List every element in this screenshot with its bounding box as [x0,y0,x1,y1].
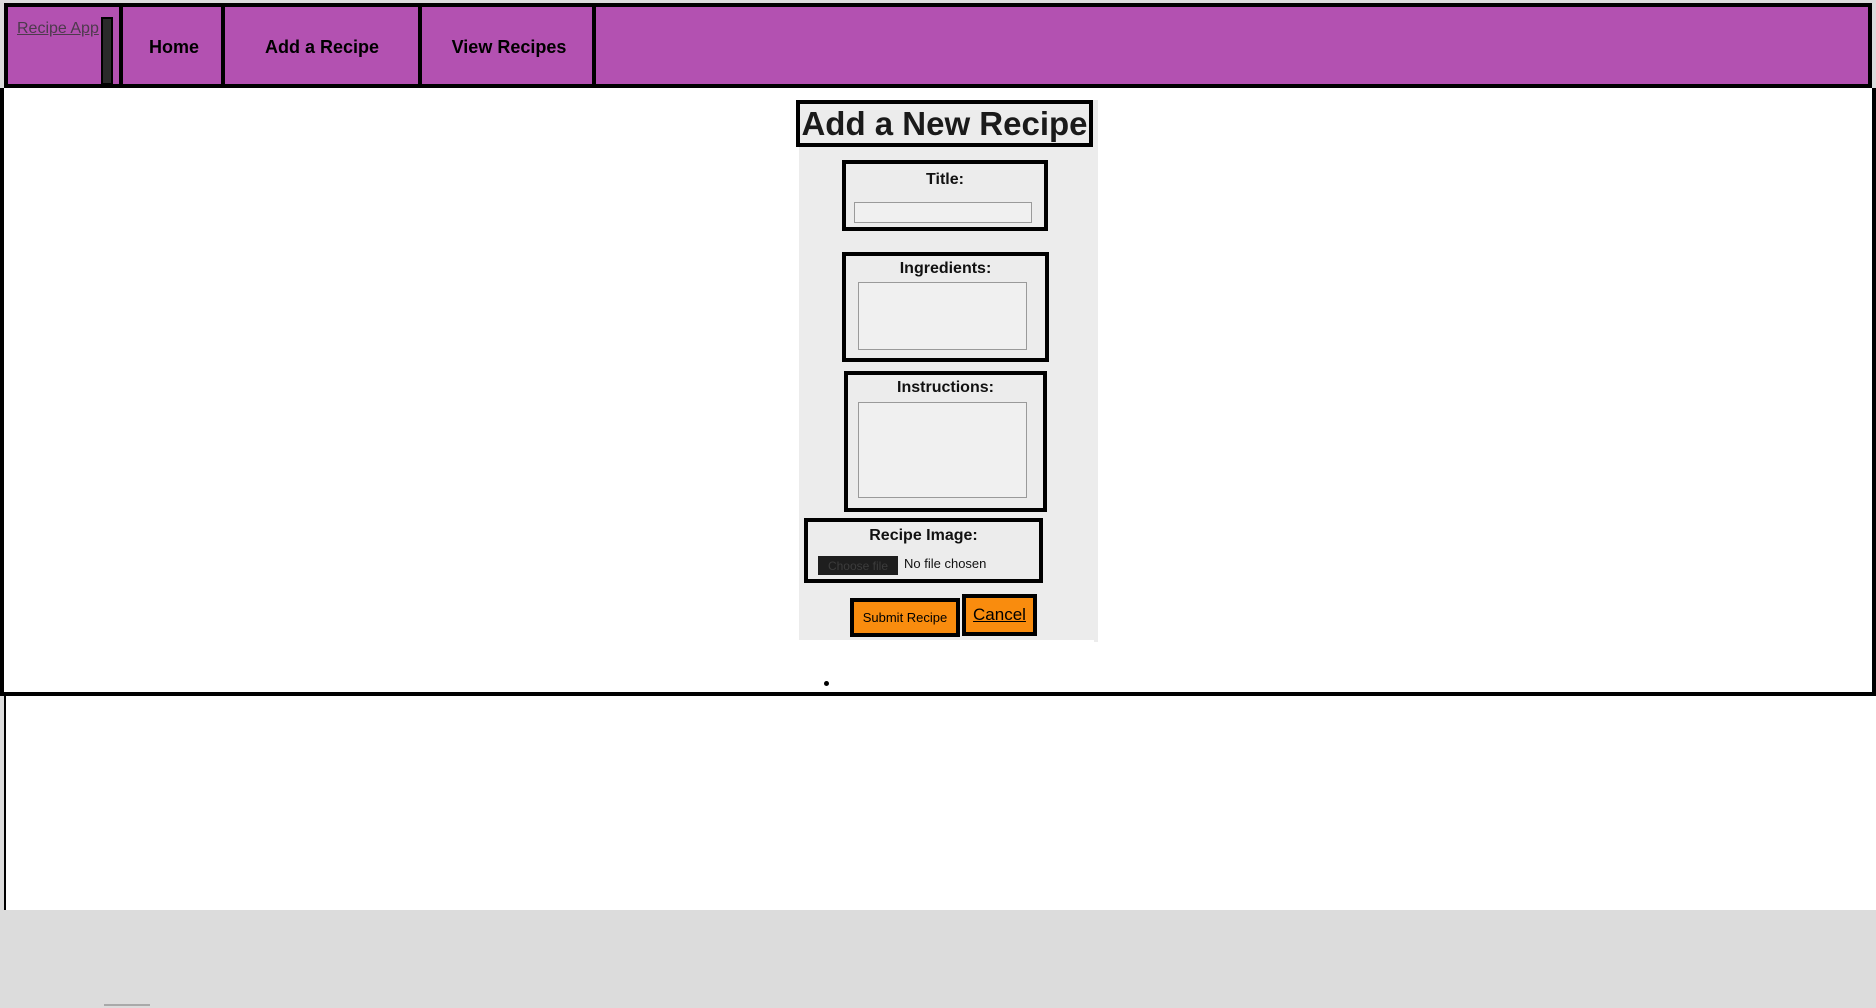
instructions-textarea[interactable] [858,402,1027,498]
image-field-group: Recipe Image: Choose file No file chosen [804,518,1043,583]
nav-item-view-recipes[interactable]: View Recipes [422,7,596,87]
nav-item-label: Add a Recipe [264,36,380,57]
nav-item-home[interactable]: Home [123,7,225,87]
brand-link[interactable]: Recipe App [17,20,99,38]
ingredients-textarea[interactable] [858,282,1027,350]
nav-item-label: Home [148,36,199,57]
file-status: No file chosen [904,556,987,571]
horizontal-scrollbar[interactable] [104,1004,150,1006]
nav-divider [592,7,596,95]
footer [4,696,1876,910]
list-bullet [824,681,829,686]
nav-item-label: View Recipes [451,36,567,57]
nav-item-add-recipe[interactable]: Add a Recipe [225,7,419,87]
form-panel-lower [799,640,1094,688]
ingredients-field-group: Ingredients: [842,252,1049,362]
submit-recipe-button[interactable]: Submit Recipe [850,598,960,637]
choose-file-button[interactable]: Choose file [818,556,898,575]
page-title: Add a New Recipe [801,104,1088,142]
brand-bar [101,17,113,85]
cancel-button[interactable]: Cancel [962,594,1037,636]
title-label: Title: [926,171,964,188]
page-title-box: Add a New Recipe [796,100,1093,147]
ingredients-label: Ingredients: [899,260,992,277]
main-content: Add a New Recipe Title: Ingredients: Ins… [0,88,1876,696]
top-navbar: Recipe App Home Add a Recipe View Recipe… [4,3,1872,95]
instructions-label: Instructions: [897,379,994,396]
browser-viewport: Recipe App Home Add a Recipe View Recipe… [0,0,1876,1008]
image-label: Recipe Image: [869,527,978,544]
title-field-group: Title: [842,160,1048,231]
title-input[interactable] [854,202,1032,223]
instructions-field-group: Instructions: [844,371,1047,512]
